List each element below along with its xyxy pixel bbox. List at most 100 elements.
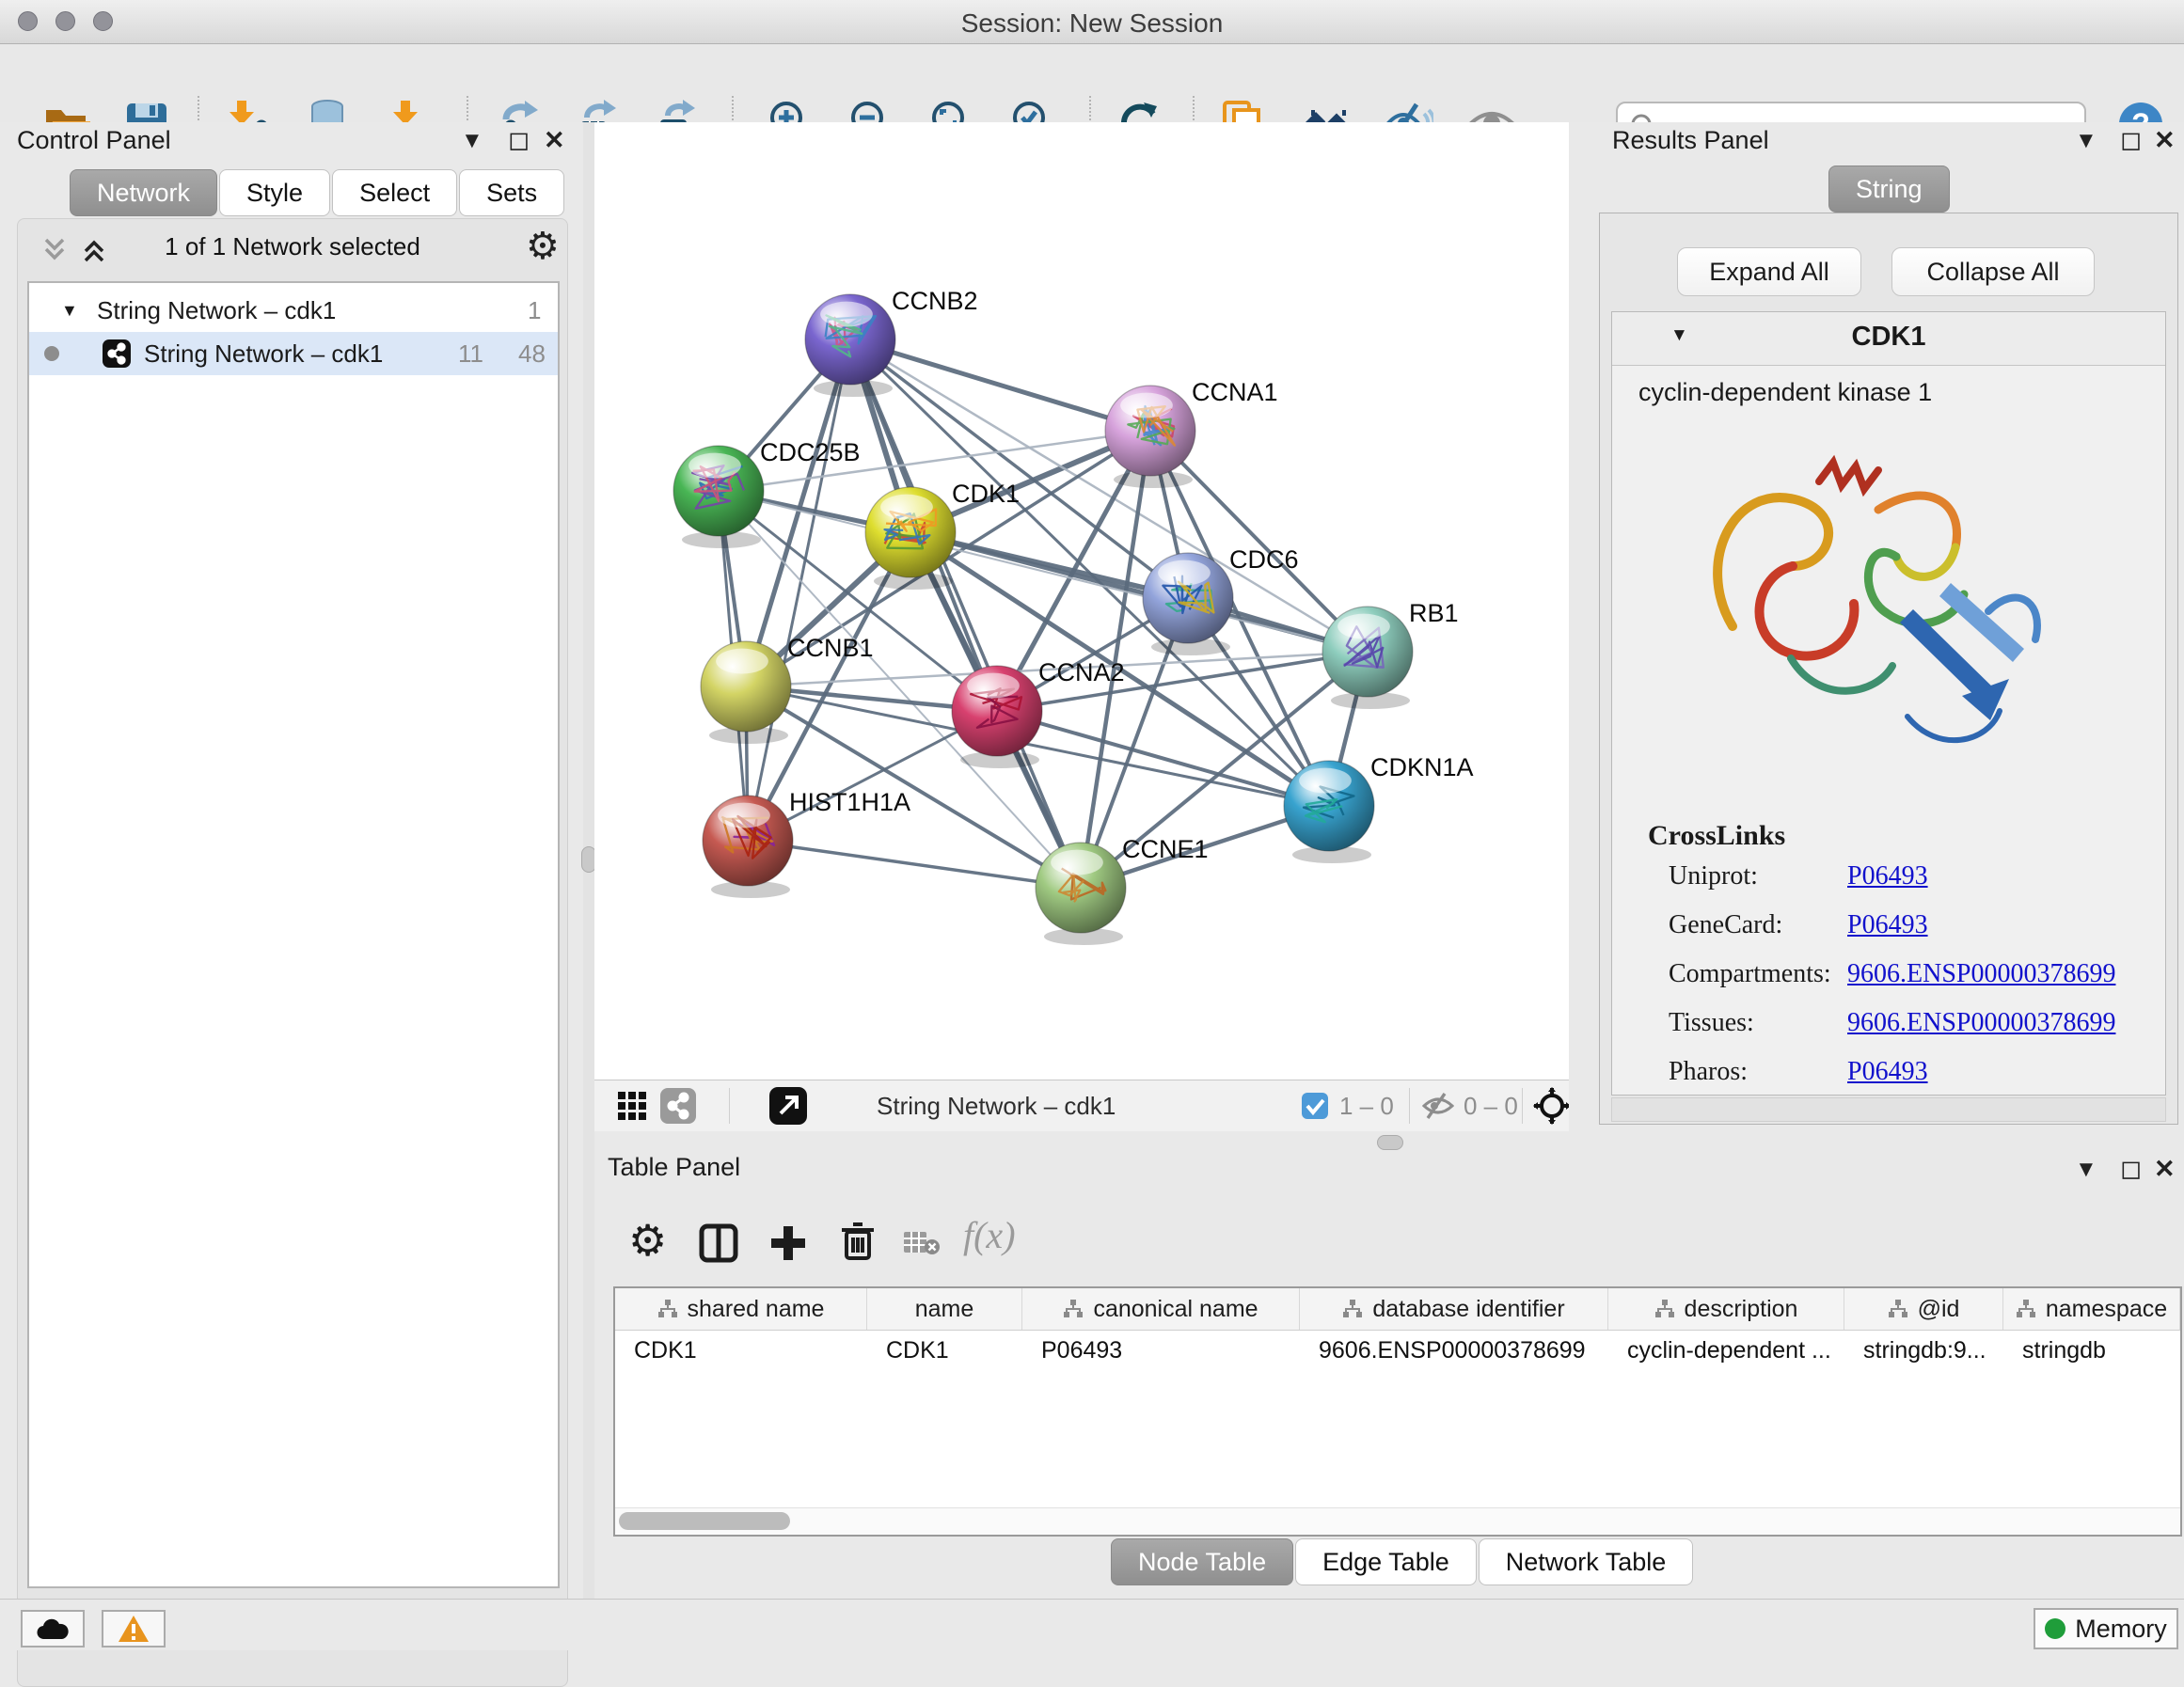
gene-section: ▼ CDK1 cyclin-dependent kinase 1 xyxy=(1611,311,2166,1096)
node-label-CDC25B: CDC25B xyxy=(760,438,861,466)
crosslink-link[interactable]: P06493 xyxy=(1847,910,1928,940)
tab-network-table[interactable]: Network Table xyxy=(1479,1538,1694,1585)
crosslink-label: GeneCard: xyxy=(1669,910,1782,939)
warning-icon xyxy=(118,1615,150,1643)
network-graph[interactable]: CCNB2CCNA1CDC25BCDK1CDC6RB1CCNB1CCNA2CDK… xyxy=(594,122,1569,1080)
string-results-box: Expand All Collapse All ▼ CDK1 cyclin-de… xyxy=(1599,213,2178,1125)
selected-node-edge-counts: 1 – 0 xyxy=(1339,1092,1394,1121)
column-header-canonical-name[interactable]: canonical name xyxy=(1022,1288,1300,1330)
namespace-tree-icon xyxy=(2016,1299,2036,1319)
fit-selected-crosshair-icon[interactable] xyxy=(1533,1087,1571,1125)
crosslink-link[interactable]: P06493 xyxy=(1847,1057,1928,1087)
network-collection-row[interactable]: ▼ String Network – cdk1 1 xyxy=(29,289,558,332)
panel-float-icon[interactable]: ▼ xyxy=(2075,1157,2097,1183)
tab-style[interactable]: Style xyxy=(219,169,330,216)
node-label-HIST1H1A: HIST1H1A xyxy=(789,788,910,816)
status-bar: Memory xyxy=(0,1599,2184,1650)
delete-column-trash-icon[interactable] xyxy=(837,1221,878,1262)
show-columns-icon[interactable] xyxy=(698,1222,739,1264)
tab-sets[interactable]: Sets xyxy=(459,169,564,216)
cloud-button[interactable] xyxy=(21,1610,85,1648)
open-in-window-icon[interactable] xyxy=(769,1087,807,1125)
network-node-RB1[interactable]: RB1 xyxy=(1322,599,1459,709)
expand-all-button[interactable]: Expand All xyxy=(1677,247,1861,296)
column-header-database-identifier[interactable]: database identifier xyxy=(1300,1288,1608,1330)
scrollbar-thumb[interactable] xyxy=(619,1512,790,1530)
collapse-all-button[interactable]: Collapse All xyxy=(1891,247,2095,296)
table-tabs: Node TableEdge TableNetwork Table xyxy=(1111,1538,1693,1585)
collection-caret-icon[interactable]: ▼ xyxy=(61,289,78,332)
selected-checkbox-icon[interactable] xyxy=(1302,1093,1328,1119)
network-view[interactable]: CCNB2CCNA1CDC25BCDK1CDC6RB1CCNB1CCNA2CDK… xyxy=(594,122,1569,1080)
network-node-CCNA2[interactable]: CCNA2 xyxy=(952,658,1125,768)
tab-string[interactable]: String xyxy=(1828,166,1950,213)
column-header-shared-name[interactable]: shared name xyxy=(615,1288,867,1330)
vertical-splitter-left[interactable] xyxy=(583,122,594,1599)
tab-edge-table[interactable]: Edge Table xyxy=(1295,1538,1477,1585)
network-node-CDC25B[interactable]: CDC25B xyxy=(673,438,861,548)
panel-close-icon[interactable]: ✕ xyxy=(2154,126,2176,155)
network-node-CCNB1[interactable]: CCNB1 xyxy=(701,634,874,744)
network-label: String Network – cdk1 xyxy=(144,332,383,375)
toolbar-separator xyxy=(729,1088,730,1124)
panel-maximize-icon[interactable]: ◻ xyxy=(508,124,530,155)
network-node-HIST1H1A[interactable]: HIST1H1A xyxy=(703,788,910,898)
function-builder-icon[interactable]: f(x) xyxy=(963,1213,1016,1257)
namespace-tree-icon xyxy=(1342,1299,1363,1319)
crosslink-link[interactable]: 9606.ENSP00000378699 xyxy=(1847,959,2115,989)
network-node-CCNE1[interactable]: CCNE1 xyxy=(1036,835,1209,945)
control-panel-tabs: NetworkStyleSelectSets xyxy=(70,169,564,216)
crosslink-label: Uniprot: xyxy=(1669,861,1758,891)
network-selection-status: 1 of 1 Network selected xyxy=(18,232,567,261)
crosslink-link[interactable]: 9606.ENSP00000378699 xyxy=(1847,1008,2115,1038)
network-type-share-icon[interactable] xyxy=(660,1088,696,1124)
panel-close-icon[interactable]: ✕ xyxy=(2154,1155,2176,1184)
node-label-CDKN1A: CDKN1A xyxy=(1370,753,1474,781)
memory-status-icon xyxy=(2045,1618,2065,1639)
gene-section-header[interactable]: ▼ CDK1 xyxy=(1612,312,2165,366)
panel-maximize-icon[interactable]: ◻ xyxy=(2120,1153,2142,1184)
tab-select[interactable]: Select xyxy=(332,169,457,216)
hidden-eye-icon xyxy=(1422,1092,1454,1120)
node-label-CDC6: CDC6 xyxy=(1229,545,1299,574)
table-options-gear-icon[interactable]: ⚙ xyxy=(628,1215,667,1266)
results-panel-title: Results Panel xyxy=(1612,126,1769,155)
cloud-icon xyxy=(35,1616,71,1641)
namespace-tree-icon xyxy=(1063,1299,1084,1319)
splitter-handle[interactable] xyxy=(1377,1135,1403,1150)
table-cell: stringdb xyxy=(2003,1330,2180,1371)
table-cell: CDK1 xyxy=(867,1330,1022,1371)
node-label-CCNE1: CCNE1 xyxy=(1122,835,1209,863)
column-header-name[interactable]: name xyxy=(867,1288,1022,1330)
panel-close-icon[interactable]: ✕ xyxy=(544,126,565,155)
results-panel: Results Panel ▼ ◻ ✕ String Expand All Co… xyxy=(1569,122,2184,1151)
namespace-tree-icon xyxy=(1888,1299,1908,1319)
birdseye-grid-icon[interactable] xyxy=(617,1091,647,1121)
column-header-namespace[interactable]: namespace xyxy=(2003,1288,2180,1330)
network-node-CDKN1A[interactable]: CDKN1A xyxy=(1284,753,1474,863)
table-horizontal-scrollbar[interactable] xyxy=(615,1507,2180,1535)
crosslink-label: Pharos: xyxy=(1669,1057,1748,1086)
create-column-plus-icon[interactable] xyxy=(768,1222,809,1264)
control-panel-title: Control Panel xyxy=(17,126,171,155)
network-manager: 1 of 1 Network selected ⚙ ▼ String Netwo… xyxy=(17,218,568,1687)
tab-node-table[interactable]: Node Table xyxy=(1111,1538,1293,1585)
node-label-CCNA2: CCNA2 xyxy=(1038,658,1125,686)
toolbar-separator xyxy=(1522,1088,1523,1124)
memory-button[interactable]: Memory xyxy=(2034,1608,2178,1649)
panel-maximize-icon[interactable]: ◻ xyxy=(2120,124,2142,155)
column-header-description[interactable]: description xyxy=(1608,1288,1844,1330)
network-options-gear-icon[interactable]: ⚙ xyxy=(526,225,560,268)
tab-network[interactable]: Network xyxy=(70,169,217,216)
network-row[interactable]: String Network – cdk1 11 48 xyxy=(29,332,558,375)
string-network-icon xyxy=(103,339,131,368)
results-horizontal-scrollbar[interactable] xyxy=(1611,1097,2166,1122)
column-header-@id[interactable]: @id xyxy=(1844,1288,2003,1330)
warning-button[interactable] xyxy=(102,1610,166,1648)
table-cell: stringdb:9... xyxy=(1844,1330,2003,1371)
table-row[interactable]: CDK1CDK1P064939606.ENSP00000378699cyclin… xyxy=(615,1330,2180,1371)
panel-float-icon[interactable]: ▼ xyxy=(2075,128,2097,154)
delete-table-icon[interactable] xyxy=(903,1228,941,1258)
crosslink-link[interactable]: P06493 xyxy=(1847,861,1928,891)
panel-float-icon[interactable]: ▼ xyxy=(461,128,483,154)
